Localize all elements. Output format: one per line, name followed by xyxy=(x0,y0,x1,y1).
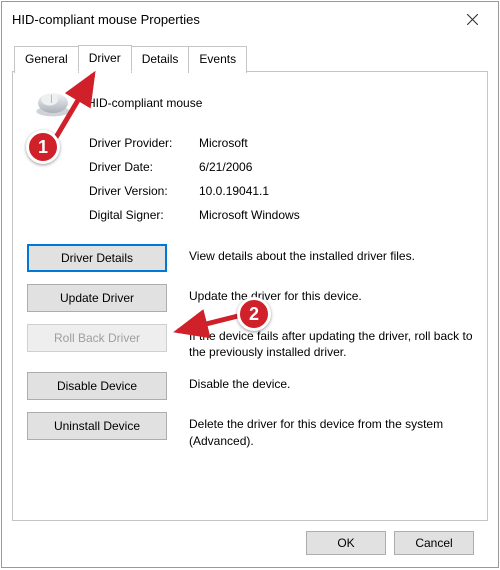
tab-details[interactable]: Details xyxy=(131,46,190,73)
row-disable-device: Disable Device Disable the device. xyxy=(27,372,473,400)
ok-button[interactable]: OK xyxy=(306,531,386,555)
titlebar: HID-compliant mouse Properties xyxy=(2,2,498,36)
provider-label: Driver Provider: xyxy=(89,136,199,150)
tabstrip: General Driver Details Events xyxy=(12,45,488,72)
device-name: HID-compliant mouse xyxy=(87,96,202,110)
mouse-icon xyxy=(33,88,73,118)
rollback-driver-button: Roll Back Driver xyxy=(27,324,167,352)
row-driver-details: Driver Details View details about the in… xyxy=(27,244,473,272)
date-value: 6/21/2006 xyxy=(199,160,252,174)
rollback-driver-desc: If the device fails after updating the d… xyxy=(189,324,473,360)
close-icon xyxy=(467,14,478,25)
update-driver-desc: Update the driver for this device. xyxy=(189,284,362,304)
signer-value: Microsoft Windows xyxy=(199,208,300,222)
annotation-badge-2: 2 xyxy=(237,297,271,331)
date-label: Driver Date: xyxy=(89,160,199,174)
cancel-button[interactable]: Cancel xyxy=(394,531,474,555)
version-label: Driver Version: xyxy=(89,184,199,198)
disable-device-button[interactable]: Disable Device xyxy=(27,372,167,400)
tab-general[interactable]: General xyxy=(14,46,79,73)
row-uninstall-device: Uninstall Device Delete the driver for t… xyxy=(27,412,473,448)
tabpanel-driver: HID-compliant mouse Driver Provider: Mic… xyxy=(12,71,488,521)
device-header: HID-compliant mouse xyxy=(33,88,473,118)
driver-details-button[interactable]: Driver Details xyxy=(27,244,167,272)
dialog-footer: OK Cancel xyxy=(12,521,488,567)
disable-device-desc: Disable the device. xyxy=(189,372,290,392)
driver-info: Driver Provider: Microsoft Driver Date: … xyxy=(89,136,473,222)
uninstall-device-desc: Delete the driver for this device from t… xyxy=(189,412,473,448)
signer-label: Digital Signer: xyxy=(89,208,199,222)
tab-driver[interactable]: Driver xyxy=(78,45,132,72)
tab-events[interactable]: Events xyxy=(188,46,247,73)
window-title: HID-compliant mouse Properties xyxy=(12,12,200,27)
uninstall-device-button[interactable]: Uninstall Device xyxy=(27,412,167,440)
annotation-badge-1: 1 xyxy=(26,130,60,164)
driver-details-desc: View details about the installed driver … xyxy=(189,244,415,264)
version-value: 10.0.19041.1 xyxy=(199,184,269,198)
properties-window: HID-compliant mouse Properties General D… xyxy=(1,1,499,568)
close-button[interactable] xyxy=(450,5,494,33)
provider-value: Microsoft xyxy=(199,136,248,150)
update-driver-button[interactable]: Update Driver xyxy=(27,284,167,312)
